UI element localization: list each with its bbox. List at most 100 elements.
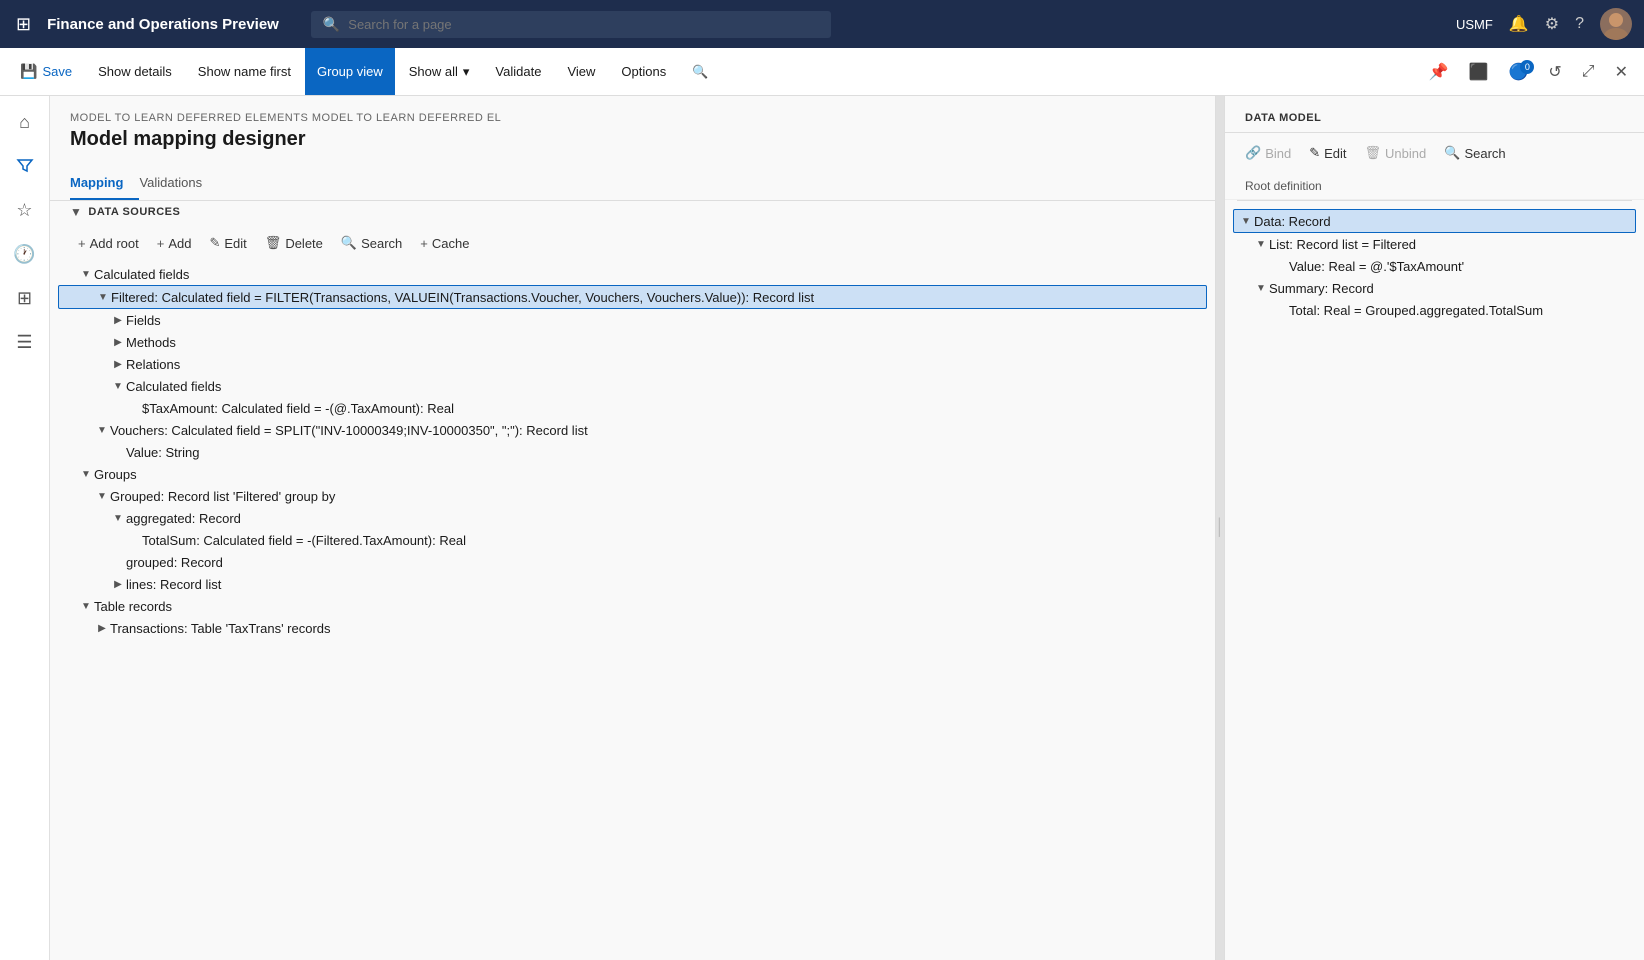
- dm-expand-data[interactable]: ▼: [1238, 213, 1254, 229]
- tree-item-calc-fields[interactable]: ▼ Calculated fields: [58, 263, 1207, 285]
- expand-icon[interactable]: ⤢: [1574, 57, 1603, 87]
- expand-fields[interactable]: ▶: [110, 312, 126, 328]
- cache-button[interactable]: + Cache: [412, 232, 477, 255]
- dm-edit-icon: ✎: [1309, 145, 1320, 161]
- ds-header: MODEL TO LEARN DEFERRED ELEMENTS MODEL T…: [50, 96, 1215, 155]
- dm-toolbar: 🔗 Bind ✎ Edit 🗑 Unbind 🔍 Search: [1225, 133, 1644, 173]
- dm-tree-value[interactable]: ▶ Value: Real = @.'$TaxAmount': [1233, 255, 1636, 277]
- sidebar-star-icon[interactable]: ☆: [7, 192, 43, 228]
- tree-item-calc-sub[interactable]: ▼ Calculated fields: [58, 375, 1207, 397]
- close-icon[interactable]: ✕: [1607, 56, 1636, 88]
- dm-tree-data-record[interactable]: ▼ Data: Record: [1233, 209, 1636, 233]
- dm-tree-total[interactable]: ▶ Total: Real = Grouped.aggregated.Total…: [1233, 299, 1636, 321]
- save-button[interactable]: 💾 Save: [8, 48, 84, 95]
- ds-search-icon: 🔍: [341, 235, 357, 251]
- add-button[interactable]: + Add: [149, 232, 200, 255]
- tree-item-vouchers[interactable]: ▼ Vouchers: Calculated field = SPLIT("IN…: [58, 419, 1207, 441]
- tree-item-groups[interactable]: ▼ Groups: [58, 463, 1207, 485]
- ds-search-button[interactable]: 🔍 Search: [333, 231, 410, 255]
- ds-toolbar: + Add root + Add ✎ Edit 🗑 Delete 🔍 Searc…: [50, 223, 1215, 263]
- dm-bind-icon: 🔗: [1245, 145, 1261, 161]
- refresh-icon[interactable]: ↺: [1540, 56, 1569, 88]
- tree-item-transactions[interactable]: ▶ Transactions: Table 'TaxTrans' records: [58, 617, 1207, 639]
- show-details-button[interactable]: Show details: [86, 48, 184, 95]
- delete-button[interactable]: 🗑 Delete: [257, 231, 331, 255]
- delete-icon: 🗑: [265, 235, 282, 251]
- dm-search-icon: 🔍: [1444, 145, 1460, 161]
- tree-item-grouped[interactable]: ▼ Grouped: Record list 'Filtered' group …: [58, 485, 1207, 507]
- dm-search-button[interactable]: 🔍 Search: [1436, 141, 1513, 165]
- validate-button[interactable]: Validate: [483, 48, 553, 95]
- dm-header: DATA MODEL: [1225, 96, 1644, 133]
- pin-icon[interactable]: 📌: [1421, 56, 1457, 88]
- tree-item-methods[interactable]: ▶ Methods: [58, 331, 1207, 353]
- search-bar-toggle[interactable]: 🔍: [680, 48, 720, 95]
- tree-item-fields[interactable]: ▶ Fields: [58, 309, 1207, 331]
- sidebar-workspace-icon[interactable]: ⊞: [7, 280, 43, 316]
- detach-icon[interactable]: ⬛: [1461, 56, 1497, 88]
- tab-mapping[interactable]: Mapping: [70, 167, 139, 200]
- ds-tree: ▼ Calculated fields ▼ Filtered: Calculat…: [50, 263, 1215, 960]
- tree-item-relations[interactable]: ▶ Relations: [58, 353, 1207, 375]
- left-sidebar: ⌂ ☆ 🕐 ⊞ ☰: [0, 96, 50, 960]
- expand-aggregated[interactable]: ▼: [110, 510, 126, 526]
- top-navigation: ⊞ Finance and Operations Preview 🔍 USMF …: [0, 0, 1644, 48]
- action-bar-right-icons: 📌 ⬛ 🔵 0 ↺ ⤢ ✕: [1421, 48, 1636, 95]
- help-icon[interactable]: ?: [1575, 15, 1584, 33]
- badge-icon[interactable]: 🔵 0: [1500, 56, 1536, 88]
- avatar[interactable]: [1600, 8, 1632, 40]
- dm-tree-summary[interactable]: ▼ Summary: Record: [1233, 277, 1636, 299]
- expand-filtered[interactable]: ▼: [95, 289, 111, 305]
- expand-table-records[interactable]: ▼: [78, 598, 94, 614]
- tree-item-grouped-record[interactable]: ▶ grouped: Record: [58, 551, 1207, 573]
- show-name-first-button[interactable]: Show name first: [186, 48, 303, 95]
- breadcrumb: MODEL TO LEARN DEFERRED ELEMENTS MODEL T…: [70, 112, 1195, 124]
- tree-item-filtered[interactable]: ▼ Filtered: Calculated field = FILTER(Tr…: [58, 285, 1207, 309]
- dm-edit-button[interactable]: ✎ Edit: [1301, 141, 1354, 165]
- tree-item-aggregated[interactable]: ▼ aggregated: Record: [58, 507, 1207, 529]
- edit-button[interactable]: ✎ Edit: [201, 231, 254, 255]
- sidebar-list-icon[interactable]: ☰: [7, 324, 43, 360]
- dm-expand-summary[interactable]: ▼: [1253, 280, 1269, 296]
- expand-methods[interactable]: ▶: [110, 334, 126, 350]
- tree-item-table-records[interactable]: ▼ Table records: [58, 595, 1207, 617]
- tab-validations[interactable]: Validations: [139, 167, 218, 200]
- dm-unbind-button[interactable]: 🗑 Unbind: [1357, 141, 1435, 165]
- tree-item-lines[interactable]: ▶ lines: Record list: [58, 573, 1207, 595]
- expand-lines[interactable]: ▶: [110, 576, 126, 592]
- show-all-button[interactable]: Show all ▾: [397, 48, 482, 95]
- view-button[interactable]: View: [555, 48, 607, 95]
- dm-tree: ▼ Data: Record ▼ List: Record list = Fil…: [1225, 201, 1644, 960]
- edit-icon: ✎: [209, 235, 220, 251]
- save-icon: 💾: [20, 63, 37, 80]
- tree-item-totalsum[interactable]: ▶ TotalSum: Calculated field = -(Filtere…: [58, 529, 1207, 551]
- settings-icon[interactable]: ⚙: [1545, 14, 1559, 34]
- group-view-button[interactable]: Group view: [305, 48, 395, 95]
- expand-vouchers[interactable]: ▼: [94, 422, 110, 438]
- expand-groups[interactable]: ▼: [78, 466, 94, 482]
- ds-collapse-btn[interactable]: ▼: [70, 205, 82, 219]
- expand-grouped[interactable]: ▼: [94, 488, 110, 504]
- vertical-splitter[interactable]: [1216, 96, 1224, 960]
- add-root-button[interactable]: + Add root: [70, 232, 147, 255]
- options-button[interactable]: Options: [609, 48, 678, 95]
- expand-relations[interactable]: ▶: [110, 356, 126, 372]
- dm-expand-list[interactable]: ▼: [1253, 236, 1269, 252]
- dm-tree-list[interactable]: ▼ List: Record list = Filtered: [1233, 233, 1636, 255]
- sidebar-filter-icon[interactable]: [7, 148, 43, 184]
- data-sources-panel: MODEL TO LEARN DEFERRED ELEMENTS MODEL T…: [50, 96, 1216, 960]
- sidebar-recent-icon[interactable]: 🕐: [7, 236, 43, 272]
- global-search-input[interactable]: [348, 17, 819, 32]
- notification-icon[interactable]: 🔔: [1509, 14, 1529, 34]
- tree-item-taxamount[interactable]: ▶ $TaxAmount: Calculated field = -(@.Tax…: [58, 397, 1207, 419]
- expand-transactions[interactable]: ▶: [94, 620, 110, 636]
- expand-calc-fields[interactable]: ▼: [78, 266, 94, 282]
- sidebar-home-icon[interactable]: ⌂: [7, 104, 43, 140]
- dm-bind-button[interactable]: 🔗 Bind: [1237, 141, 1299, 165]
- chevron-down-icon: ▾: [463, 64, 470, 80]
- add-icon: +: [157, 236, 165, 251]
- add-root-icon: +: [78, 236, 86, 251]
- app-grid-icon[interactable]: ⊞: [12, 10, 35, 39]
- expand-calc-sub[interactable]: ▼: [110, 378, 126, 394]
- tree-item-value-string[interactable]: ▶ Value: String: [58, 441, 1207, 463]
